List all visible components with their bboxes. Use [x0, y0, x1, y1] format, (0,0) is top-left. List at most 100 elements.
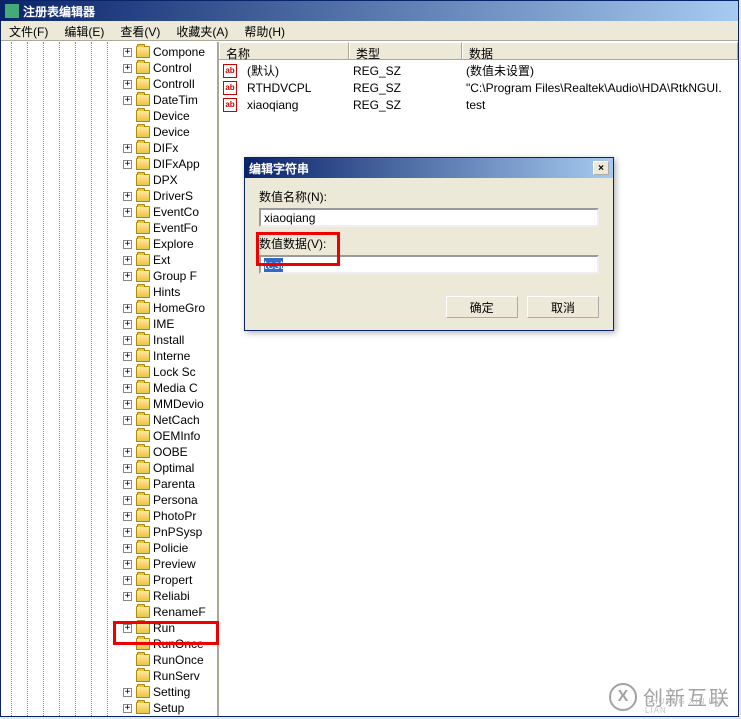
tree-item[interactable]: +Run — [3, 620, 217, 636]
tree-item[interactable]: +Media C — [3, 380, 217, 396]
tree-item[interactable]: +DriverS — [3, 188, 217, 204]
cancel-button[interactable]: 取消 — [527, 296, 599, 318]
expander-icon[interactable]: + — [123, 592, 132, 601]
tree-item[interactable]: +Parenta — [3, 476, 217, 492]
tree-item[interactable]: Device — [3, 108, 217, 124]
tree-item[interactable]: RenameF — [3, 604, 217, 620]
close-icon[interactable]: × — [593, 161, 609, 175]
tree-item[interactable]: Hints — [3, 284, 217, 300]
tree-item[interactable]: +Install — [3, 332, 217, 348]
expander-icon[interactable]: + — [123, 416, 132, 425]
tree-item[interactable]: +DIFxApp — [3, 156, 217, 172]
tree-item[interactable]: Device — [3, 124, 217, 140]
menu-view[interactable]: 查看(V) — [112, 21, 168, 40]
tree-item[interactable]: +Optimal — [3, 460, 217, 476]
expander-icon[interactable]: + — [123, 528, 132, 537]
tree-item[interactable]: +DIFx — [3, 140, 217, 156]
expander-icon[interactable]: + — [123, 320, 132, 329]
tree-item[interactable]: +EventCo — [3, 204, 217, 220]
list-row[interactable]: abxiaoqiangREG_SZtest — [219, 96, 738, 113]
list-row[interactable]: ab(默认)REG_SZ(数值未设置) — [219, 62, 738, 79]
expander-icon[interactable]: + — [123, 464, 132, 473]
expander-icon[interactable]: + — [123, 544, 132, 553]
tree-item[interactable]: +Setup — [3, 700, 217, 716]
col-data[interactable]: 数据 — [462, 42, 738, 59]
registry-editor-window: 注册表编辑器 文件(F) 编辑(E) 查看(V) 收藏夹(A) 帮助(H) +C… — [0, 0, 739, 717]
tree-item[interactable]: EventFo — [3, 220, 217, 236]
tree-item[interactable]: +Ext — [3, 252, 217, 268]
tree-item[interactable]: +NetCach — [3, 412, 217, 428]
tree-item[interactable]: +Compone — [3, 44, 217, 60]
value-data-label: 数值数据(V): — [259, 235, 599, 252]
folder-icon — [136, 270, 150, 282]
menu-file[interactable]: 文件(F) — [1, 21, 56, 40]
tree-item-label: Explore — [153, 237, 194, 251]
list-row[interactable]: abRTHDVCPLREG_SZ"C:\Program Files\Realte… — [219, 79, 738, 96]
tree-item[interactable]: +DateTim — [3, 92, 217, 108]
tree-item[interactable]: +PhotoPr — [3, 508, 217, 524]
tree-item[interactable]: +HomeGro — [3, 300, 217, 316]
expander-icon[interactable]: + — [123, 96, 132, 105]
expander-icon[interactable]: + — [123, 400, 132, 409]
expander-icon[interactable]: + — [123, 240, 132, 249]
tree-item[interactable]: +Group F — [3, 268, 217, 284]
tree-panel[interactable]: +Compone+Control+ControlI+DateTimDeviceD… — [1, 42, 219, 716]
tree-item[interactable]: +Preview — [3, 556, 217, 572]
tree-item[interactable]: OEMInfo — [3, 428, 217, 444]
tree-item[interactable]: +Persona — [3, 492, 217, 508]
expander-icon[interactable]: + — [123, 704, 132, 713]
expander-icon[interactable]: + — [123, 192, 132, 201]
expander-icon[interactable]: + — [123, 624, 132, 633]
tree-item[interactable]: +PnPSysp — [3, 524, 217, 540]
tree-item[interactable]: DPX — [3, 172, 217, 188]
dialog-titlebar[interactable]: 编辑字符串 × — [245, 158, 613, 178]
expander-icon[interactable]: + — [123, 272, 132, 281]
expander-icon[interactable]: + — [123, 496, 132, 505]
tree-item[interactable]: +IME — [3, 316, 217, 332]
expander-icon[interactable]: + — [123, 368, 132, 377]
titlebar[interactable]: 注册表编辑器 — [1, 1, 738, 21]
tree-item[interactable]: RunOnce — [3, 652, 217, 668]
tree-item[interactable]: +Interne — [3, 348, 217, 364]
tree-item[interactable]: RunOnce — [3, 636, 217, 652]
expander-icon[interactable]: + — [123, 80, 132, 89]
expander-icon[interactable]: + — [123, 256, 132, 265]
expander-icon[interactable]: + — [123, 352, 132, 361]
tree-item[interactable]: +Policie — [3, 540, 217, 556]
expander-icon[interactable]: + — [123, 336, 132, 345]
menu-edit[interactable]: 编辑(E) — [56, 21, 112, 40]
expander-icon[interactable]: + — [123, 384, 132, 393]
value-data-input[interactable]: test — [259, 255, 599, 274]
value-name-input[interactable] — [259, 208, 599, 227]
expander-icon[interactable]: + — [123, 144, 132, 153]
tree-item[interactable]: +MMDevio — [3, 396, 217, 412]
col-type[interactable]: 类型 — [349, 42, 462, 59]
tree-item[interactable]: +Reliabi — [3, 588, 217, 604]
tree-item[interactable]: +OOBE — [3, 444, 217, 460]
ok-button[interactable]: 确定 — [446, 296, 518, 318]
menu-help[interactable]: 帮助(H) — [236, 21, 293, 40]
expander-icon[interactable]: + — [123, 480, 132, 489]
tree-item-label: RunOnce — [153, 653, 204, 667]
tree-item[interactable]: +Setting — [3, 684, 217, 700]
tree-item[interactable]: RunServ — [3, 668, 217, 684]
tree-item[interactable]: +Control — [3, 60, 217, 76]
expander-icon[interactable]: + — [123, 64, 132, 73]
expander-icon[interactable]: + — [123, 48, 132, 57]
col-name[interactable]: 名称 — [219, 42, 349, 59]
expander-icon[interactable]: + — [123, 208, 132, 217]
expander-icon[interactable]: + — [123, 576, 132, 585]
expander-icon[interactable]: + — [123, 688, 132, 697]
tree-item[interactable]: +Propert — [3, 572, 217, 588]
expander-icon[interactable]: + — [123, 304, 132, 313]
tree-item[interactable]: +Lock Sc — [3, 364, 217, 380]
expander-icon[interactable]: + — [123, 512, 132, 521]
tree-item[interactable]: +ControlI — [3, 76, 217, 92]
tree-item[interactable]: + Explore — [3, 236, 217, 252]
list-panel[interactable]: 名称 类型 数据 ab(默认)REG_SZ(数值未设置)abRTHDVCPLRE… — [219, 42, 738, 716]
expander-icon[interactable]: + — [123, 448, 132, 457]
expander-icon[interactable]: + — [123, 160, 132, 169]
menu-favorites[interactable]: 收藏夹(A) — [168, 21, 236, 40]
folder-icon — [136, 78, 150, 90]
expander-icon[interactable]: + — [123, 560, 132, 569]
